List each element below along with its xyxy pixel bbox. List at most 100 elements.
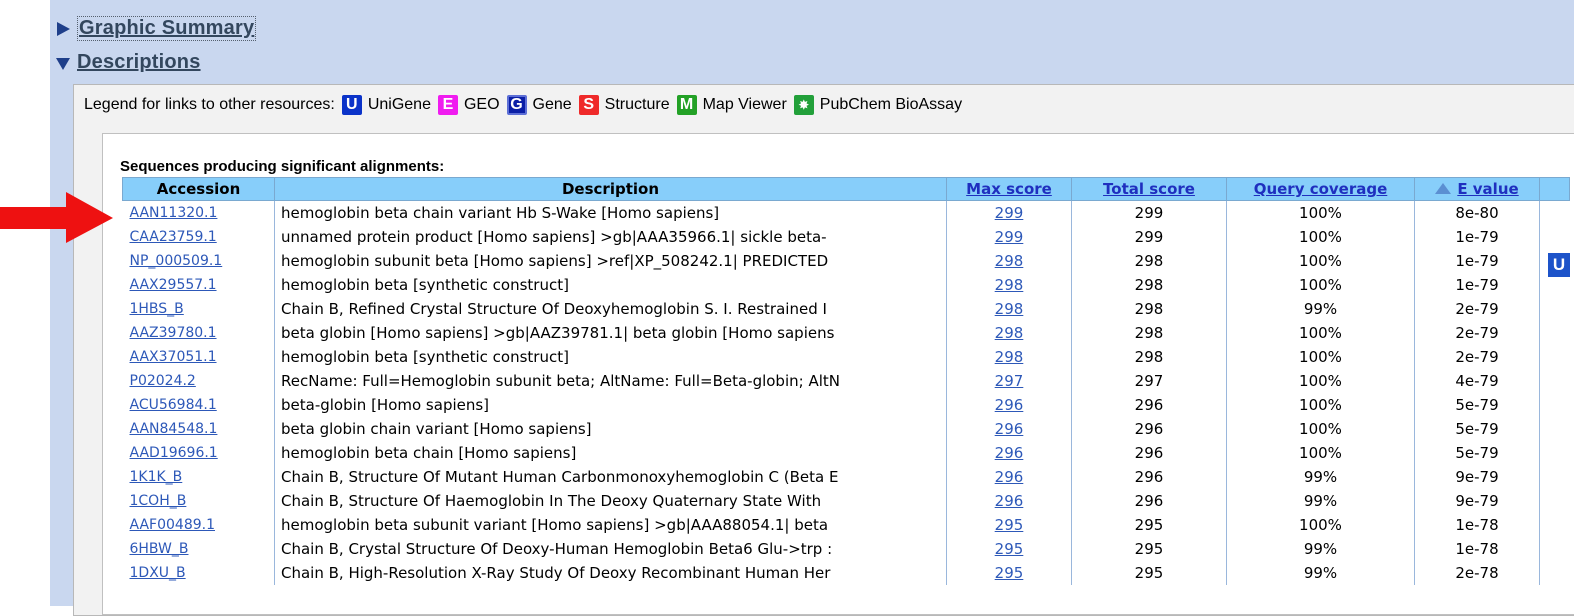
expand-arrow-icon xyxy=(55,21,71,37)
description-cell: Chain B, Structure Of Mutant Human Carbo… xyxy=(274,465,947,489)
accession-link[interactable]: 6HBW_B xyxy=(130,541,189,557)
max-score-link[interactable]: 295 xyxy=(995,564,1024,582)
table-row: 1DXU_B Chain B, High-Resolution X-Ray Stu… xyxy=(122,561,1570,585)
alignments-title: Sequences producing significant alignmen… xyxy=(120,158,445,175)
max-score-link[interactable]: 297 xyxy=(995,372,1024,390)
e-value-cell: 1e-78 xyxy=(1414,537,1540,561)
accession-cell: AAX37051.1 xyxy=(122,345,275,369)
accession-link[interactable]: AAF00489.1 xyxy=(130,517,216,533)
table-row: 1COH_B Chain B, Structure Of Haemoglobin … xyxy=(122,489,1570,513)
total-score-cell: 298 xyxy=(1071,321,1227,345)
sort-ascending-icon xyxy=(1435,183,1452,195)
accession-cell: 1K1K_B xyxy=(122,465,275,489)
query-coverage-cell: 100% xyxy=(1226,273,1415,297)
table-row: 6HBW_B Chain B, Crystal Structure Of Deox… xyxy=(122,537,1570,561)
max-score-link[interactable]: 298 xyxy=(995,348,1024,366)
accession-link[interactable]: AAN84548.1 xyxy=(130,421,218,437)
table-row: 1K1K_B Chain B, Structure Of Mutant Human… xyxy=(122,465,1570,489)
links-cell xyxy=(1540,201,1570,226)
max-score-sort-link[interactable]: Max score xyxy=(966,180,1052,198)
accession-cell: AAZ39780.1 xyxy=(122,321,275,345)
description-cell: hemoglobin beta [synthetic construct] xyxy=(274,273,947,297)
max-score-cell: 299 xyxy=(946,200,1072,225)
query-coverage-cell: 100% xyxy=(1226,417,1415,441)
accession-cell: CAA23759.1 xyxy=(122,225,275,249)
max-score-link[interactable]: 298 xyxy=(995,300,1024,318)
accession-link[interactable]: AAZ39780.1 xyxy=(130,325,217,341)
max-score-link[interactable]: 298 xyxy=(995,252,1024,270)
results-table: Accession Description Max score Total sc… xyxy=(122,177,1570,585)
max-score-cell: 298 xyxy=(946,345,1072,369)
accession-link[interactable]: P02024.2 xyxy=(130,373,196,389)
total-score-cell: 295 xyxy=(1071,513,1227,537)
descriptions-toggle[interactable]: Descriptions xyxy=(55,51,201,74)
legend-map-viewer-label: Map Viewer xyxy=(702,96,787,113)
gene-icon: G xyxy=(506,95,527,115)
max-score-link[interactable]: 298 xyxy=(995,276,1024,294)
description-cell: Chain B, Crystal Structure Of Deoxy-Huma… xyxy=(274,537,947,561)
accession-link[interactable]: 1COH_B xyxy=(130,493,187,509)
accession-header: Accession xyxy=(122,177,275,201)
accession-link[interactable]: ACU56984.1 xyxy=(130,397,217,413)
accession-link[interactable]: 1DXU_B xyxy=(130,565,186,581)
max-score-link[interactable]: 296 xyxy=(995,468,1024,486)
accession-cell: ACU56984.1 xyxy=(122,393,275,417)
descriptions-box: Legend for links to other resources: U U… xyxy=(73,84,1574,616)
descriptions-title[interactable]: Descriptions xyxy=(77,51,201,74)
links-cell xyxy=(1540,321,1570,345)
graphic-summary-title[interactable]: Graphic Summary xyxy=(77,16,257,41)
unigene-link-icon[interactable]: U xyxy=(1548,253,1570,277)
legend-unigene-label: UniGene xyxy=(367,96,431,113)
e-value-sort-link[interactable]: E value xyxy=(1457,180,1518,198)
unigene-icon: U xyxy=(341,95,362,115)
table-row: CAA23759.1 unnamed protein product [Homo … xyxy=(122,225,1570,249)
accession-link[interactable]: AAX37051.1 xyxy=(130,349,217,365)
links-cell xyxy=(1540,369,1570,393)
max-score-link[interactable]: 299 xyxy=(995,228,1024,246)
max-score-link[interactable]: 296 xyxy=(995,444,1024,462)
total-score-cell: 296 xyxy=(1071,417,1227,441)
max-score-link[interactable]: 296 xyxy=(995,420,1024,438)
accession-link[interactable]: AAD19696.1 xyxy=(130,445,218,461)
e-value-cell: 5e-79 xyxy=(1414,441,1540,465)
accession-link[interactable]: AAX29557.1 xyxy=(130,277,217,293)
query-coverage-cell: 99% xyxy=(1226,561,1415,585)
e-value-cell: 1e-79 xyxy=(1414,273,1540,297)
accession-cell: P02024.2 xyxy=(122,369,275,393)
description-cell: hemoglobin beta [synthetic construct] xyxy=(274,345,947,369)
max-score-link[interactable]: 295 xyxy=(995,540,1024,558)
max-score-link[interactable]: 296 xyxy=(995,492,1024,510)
query-coverage-cell: 100% xyxy=(1226,345,1415,369)
max-score-link[interactable]: 298 xyxy=(995,324,1024,342)
query-coverage-header[interactable]: Query coverage xyxy=(1226,177,1415,201)
accession-link[interactable]: 1K1K_B xyxy=(130,469,183,485)
e-value-cell: 5e-79 xyxy=(1414,393,1540,417)
table-row: AAF00489.1 hemoglobin beta subunit varian… xyxy=(122,513,1570,537)
total-score-sort-link[interactable]: Total score xyxy=(1103,180,1195,198)
collapse-arrow-icon xyxy=(55,55,71,71)
alignments-container: Sequences producing significant alignmen… xyxy=(102,133,1574,615)
max-score-cell: 298 xyxy=(946,273,1072,297)
description-cell: beta-globin [Homo sapiens] xyxy=(274,393,947,417)
accession-link[interactable]: 1HBS_B xyxy=(130,301,184,317)
description-cell: beta globin [Homo sapiens] >gb|AAZ39781.… xyxy=(274,321,947,345)
max-score-cell: 298 xyxy=(946,321,1072,345)
max-score-link[interactable]: 299 xyxy=(995,204,1024,222)
graphic-summary-toggle[interactable]: Graphic Summary xyxy=(55,16,257,41)
accession-link[interactable]: CAA23759.1 xyxy=(130,229,217,245)
description-cell: unnamed protein product [Homo sapiens] >… xyxy=(274,225,947,249)
legend-structure-label: Structure xyxy=(604,96,670,113)
accession-link[interactable]: NP_000509.1 xyxy=(130,253,223,269)
max-score-link[interactable]: 295 xyxy=(995,516,1024,534)
total-score-cell: 295 xyxy=(1071,561,1227,585)
query-coverage-sort-link[interactable]: Query coverage xyxy=(1254,180,1388,198)
table-row: AAZ39780.1 beta globin [Homo sapiens] >gb… xyxy=(122,321,1570,345)
total-score-header[interactable]: Total score xyxy=(1071,177,1227,201)
accession-link[interactable]: AAN11320.1 xyxy=(130,205,218,221)
max-score-link[interactable]: 296 xyxy=(995,396,1024,414)
table-row: AAN84548.1 beta globin chain variant [Hom… xyxy=(122,417,1570,441)
total-score-cell: 298 xyxy=(1071,273,1227,297)
e-value-header[interactable]: E value xyxy=(1414,177,1540,201)
results-panel: Graphic Summary Descriptions Legend for … xyxy=(50,0,1574,616)
max-score-header[interactable]: Max score xyxy=(946,177,1072,201)
